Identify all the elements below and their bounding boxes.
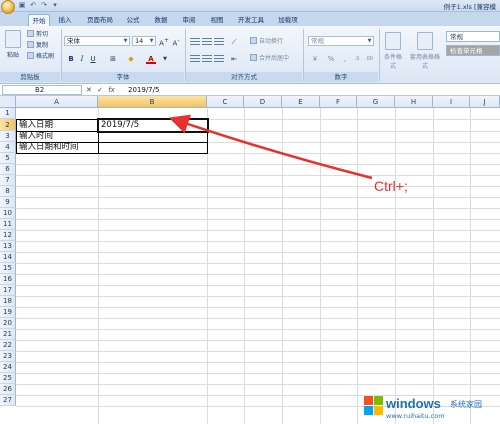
tab-formulas[interactable]: 公式 xyxy=(122,14,144,26)
align-left-icon[interactable] xyxy=(190,55,200,64)
window-title: 例子1.xls [兼容模 xyxy=(443,3,496,11)
number-group-label: 数字 xyxy=(304,72,378,82)
tab-review[interactable]: 审阅 xyxy=(178,14,200,26)
cell-style-check[interactable]: 检查单元格 xyxy=(446,45,500,56)
formula-bar: B2 ✕ ✓ fx 2019/7/5 xyxy=(0,84,500,96)
format-as-table-button[interactable]: 套用表格格式 xyxy=(410,32,440,70)
arrow-annotation xyxy=(168,114,373,180)
font-size-value: 14 xyxy=(135,37,144,45)
percent-icon[interactable]: % xyxy=(326,54,336,64)
table-format-icon xyxy=(417,32,433,50)
chevron-down-icon: ▼ xyxy=(123,38,128,44)
tab-data[interactable]: 数据 xyxy=(150,14,172,26)
chevron-down-icon: ▼ xyxy=(149,38,154,44)
align-top-icon[interactable] xyxy=(190,38,200,47)
group-divider xyxy=(379,29,380,81)
alignment-group-label: 对齐方式 xyxy=(186,72,302,82)
tab-insert[interactable]: 插入 xyxy=(54,14,76,26)
merge-icon xyxy=(250,54,257,61)
font-color-icon[interactable]: A xyxy=(146,54,156,64)
chevron-down-icon: ▼ xyxy=(367,38,372,44)
conditional-format-label: 条件格式 xyxy=(383,54,402,70)
copy-icon xyxy=(27,41,34,48)
format-as-table-label: 套用表格格式 xyxy=(410,54,441,70)
bold-icon[interactable]: B xyxy=(66,54,76,64)
quick-access-toolbar: ▣ ↶ ↷ ▾ xyxy=(18,1,59,9)
undo-icon[interactable]: ↶ xyxy=(29,1,37,9)
conditional-format-button[interactable]: 条件格式 xyxy=(382,32,404,70)
watermark: windows 系统家园 www.ruihaitu.com xyxy=(364,392,500,424)
orientation-icon[interactable]: ⟋ xyxy=(229,37,239,47)
title-bar: ▣ ↶ ↷ ▾ 例子1.xls [兼容模 xyxy=(0,0,500,14)
font-name-select[interactable]: 宋体 ▼ xyxy=(64,36,130,46)
watermark-url: www.ruihaitu.com xyxy=(386,412,445,420)
paste-label: 粘贴 xyxy=(6,52,19,59)
format-painter-label: 格式刷 xyxy=(36,53,55,60)
tab-addins[interactable]: 加载项 xyxy=(274,14,302,26)
font-size-select[interactable]: 14 ▼ xyxy=(132,36,156,46)
merge-center-button[interactable]: 合并后居中 xyxy=(250,54,289,63)
name-box-value: B2 xyxy=(35,86,45,94)
underline-icon[interactable]: U xyxy=(88,54,98,64)
number-format-value: 常规 xyxy=(311,37,324,45)
copy-button[interactable]: 复制 xyxy=(27,41,48,50)
paste-icon xyxy=(5,30,21,48)
align-bottom-icon[interactable] xyxy=(214,38,224,47)
paste-button[interactable]: 粘贴 xyxy=(3,30,23,59)
merge-center-label: 合并后居中 xyxy=(259,55,290,62)
formula-input[interactable]: 2019/7/5 xyxy=(122,85,496,95)
shrink-font-icon[interactable]: A- xyxy=(171,36,181,47)
borders-icon[interactable]: ⊞ xyxy=(108,54,118,64)
tab-home[interactable]: 开始 xyxy=(28,14,50,26)
currency-icon[interactable]: ¥ xyxy=(310,54,320,64)
number-format-select[interactable]: 常规 ▼ xyxy=(308,36,374,46)
font-group-label: 字体 xyxy=(62,72,184,82)
comma-icon[interactable]: , xyxy=(340,54,350,64)
arrow-line xyxy=(168,114,373,180)
brush-icon xyxy=(27,52,34,59)
clipboard-group-label: 剪贴板 xyxy=(0,72,60,82)
copy-label: 复制 xyxy=(36,42,49,49)
windows-logo-icon xyxy=(364,396,384,416)
shortcut-annotation: Ctrl+; xyxy=(374,178,408,194)
align-middle-icon[interactable] xyxy=(202,38,212,47)
wrap-icon xyxy=(250,37,257,44)
worksheet-grid[interactable]: A B C D E F G H I J 1 2 3 4 5 6 7 8 9 10… xyxy=(0,96,500,424)
cut-button[interactable]: 剪切 xyxy=(27,30,48,39)
cut-label: 剪切 xyxy=(36,31,49,38)
cell-style-normal[interactable]: 常规 xyxy=(446,31,500,42)
enter-icon[interactable]: ✓ xyxy=(97,86,103,94)
ribbon-tabs: 开始 插入 页面布局 公式 数据 审阅 视图 开发工具 加载项 xyxy=(0,12,500,26)
conditional-format-icon xyxy=(385,32,401,50)
watermark-brand: windows xyxy=(386,396,441,411)
formula-buttons: ✕ ✓ fx xyxy=(86,85,118,95)
wrap-text-label: 自动换行 xyxy=(259,38,284,45)
wrap-text-button[interactable]: 自动换行 xyxy=(250,37,283,46)
save-icon[interactable]: ▣ xyxy=(18,1,26,9)
scissors-icon xyxy=(27,30,34,37)
watermark-sub: 系统家园 xyxy=(450,400,482,409)
font-name-value: 宋体 xyxy=(67,37,80,45)
format-painter-button[interactable]: 格式刷 xyxy=(27,52,54,61)
font-color-dropdown-icon[interactable]: ▼ xyxy=(160,54,170,64)
indent-icon[interactable]: ⇤ xyxy=(229,54,239,64)
align-right-icon[interactable] xyxy=(214,55,224,64)
office-button[interactable] xyxy=(1,0,15,14)
tab-developer[interactable]: 开发工具 xyxy=(234,14,268,26)
decrease-decimal-icon[interactable]: .00 xyxy=(364,54,374,64)
fill-color-icon[interactable]: ◆ xyxy=(126,54,136,64)
name-box[interactable]: B2 xyxy=(2,85,82,95)
tab-page-layout[interactable]: 页面布局 xyxy=(82,14,118,26)
grow-font-icon[interactable]: A+ xyxy=(159,36,169,47)
italic-icon[interactable]: I xyxy=(77,54,87,64)
qat-dropdown-icon[interactable]: ▾ xyxy=(51,1,59,9)
tab-view[interactable]: 视图 xyxy=(206,14,228,26)
ribbon: 粘贴 剪切 复制 格式刷 剪贴板 宋体 ▼ 14 ▼ A+ A- B I U ⊞… xyxy=(0,26,500,84)
cancel-icon[interactable]: ✕ xyxy=(86,86,92,94)
align-center-icon[interactable] xyxy=(202,55,212,64)
insert-function-icon[interactable]: fx xyxy=(108,86,115,94)
redo-icon[interactable]: ↷ xyxy=(40,1,48,9)
increase-decimal-icon[interactable]: .0 xyxy=(352,54,362,64)
